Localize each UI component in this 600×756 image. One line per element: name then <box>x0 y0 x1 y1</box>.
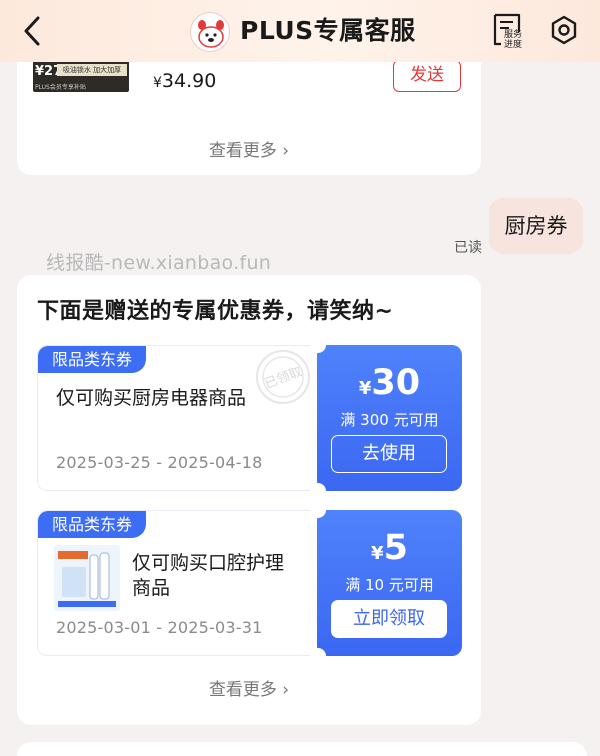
use-coupon-button[interactable]: 去使用 <box>331 435 447 473</box>
chevron-left-icon <box>24 16 40 46</box>
header-bar: PLUS专属客服 服务进度 <box>0 0 600 62</box>
coupon-value-panel: ¥30 满 300 元可用 去使用 <box>317 345 462 491</box>
send-button[interactable]: 发送 <box>393 60 461 92</box>
coupon-amount: ¥5 <box>317 526 462 576</box>
coupon-description: 仅可购买口腔护理商品 <box>132 552 285 599</box>
coupon-valid-dates: 2025-03-25 - 2025-04-18 <box>56 453 263 472</box>
claim-coupon-button[interactable]: 立即领取 <box>331 600 447 638</box>
coupon-notch <box>310 483 326 499</box>
coupon-info: 限品类东券 仅可购买口腔护理商品 2025-03-01 - 2025-03-31 <box>37 510 320 656</box>
mascot-icon <box>192 14 229 51</box>
coupon-item: 限品类东券 仅可购买口腔护理商品 2025-03-01 - 2025-03-31… <box>37 502 462 664</box>
coupon-valid-dates: 2025-03-01 - 2025-03-31 <box>56 618 263 637</box>
coupon-amount-value: 30 <box>371 363 421 403</box>
oral-care-product-image <box>54 545 120 611</box>
coupon-intro-text: 下面是赠送的专属优惠券，请笑纳~ <box>37 299 394 324</box>
user-message-bubble: 厨房券 <box>489 198 583 254</box>
product-image-icon <box>54 545 120 611</box>
claimed-stamp: 已领取 <box>254 348 312 406</box>
settings-button[interactable] <box>548 14 580 46</box>
price-currency: ¥ <box>153 75 162 91</box>
coupon-value-panel: ¥5 满 10 元可用 立即领取 <box>317 510 462 656</box>
coupon-description: 仅可购买厨房电器商品 <box>56 387 247 409</box>
coupon-info: 限品类东券 已领取 仅可购买厨房电器商品 2025-03-25 - 2025-0… <box>37 345 320 491</box>
coupon-tag: 限品类东券 <box>38 511 147 538</box>
see-more-link[interactable]: 查看更多 › <box>17 675 481 700</box>
coupon-currency: ¥ <box>371 543 384 564</box>
product-price: ¥34.90 <box>153 70 216 92</box>
avatar <box>190 12 230 52</box>
read-status: 已读 <box>454 240 482 256</box>
coupon-notch <box>310 337 326 353</box>
page-title: PLUS专属客服 <box>240 16 416 45</box>
coupon-item: 限品类东券 已领取 仅可购买厨房电器商品 2025-03-25 - 2025-0… <box>37 337 462 499</box>
product-image-text: 吸油锁水 加大加厚 <box>57 64 127 76</box>
coupon-condition: 满 10 元可用 <box>345 576 434 594</box>
price-value: 34.90 <box>161 70 217 92</box>
coupon-amount: ¥30 <box>317 361 462 411</box>
next-message-card <box>17 742 587 756</box>
coupon-condition: 满 300 元可用 <box>340 411 439 429</box>
back-button[interactable] <box>16 14 50 48</box>
settings-icon <box>551 15 577 45</box>
product-image-subtext: PLUS会员专享补贴 <box>35 84 86 91</box>
coupon-notch <box>310 502 326 518</box>
service-progress-label: 服务进度 <box>503 30 522 50</box>
coupon-amount-value: 5 <box>383 528 408 568</box>
claimed-stamp-icon: 已领取 <box>256 350 310 404</box>
claimed-stamp-text: 已领取 <box>263 365 305 392</box>
coupon-notch <box>310 648 326 664</box>
coupon-message-card: 下面是赠送的专属优惠券，请笑纳~ 限品类东券 已领取 仅可购买厨房电器商品 20… <box>17 275 481 725</box>
coupon-tag: 限品类东券 <box>38 346 147 373</box>
watermark-text: 线报酷-new.xianbao.fun <box>46 252 272 274</box>
see-more-link[interactable]: 查看更多 › <box>17 136 481 161</box>
coupon-currency: ¥ <box>358 378 372 399</box>
